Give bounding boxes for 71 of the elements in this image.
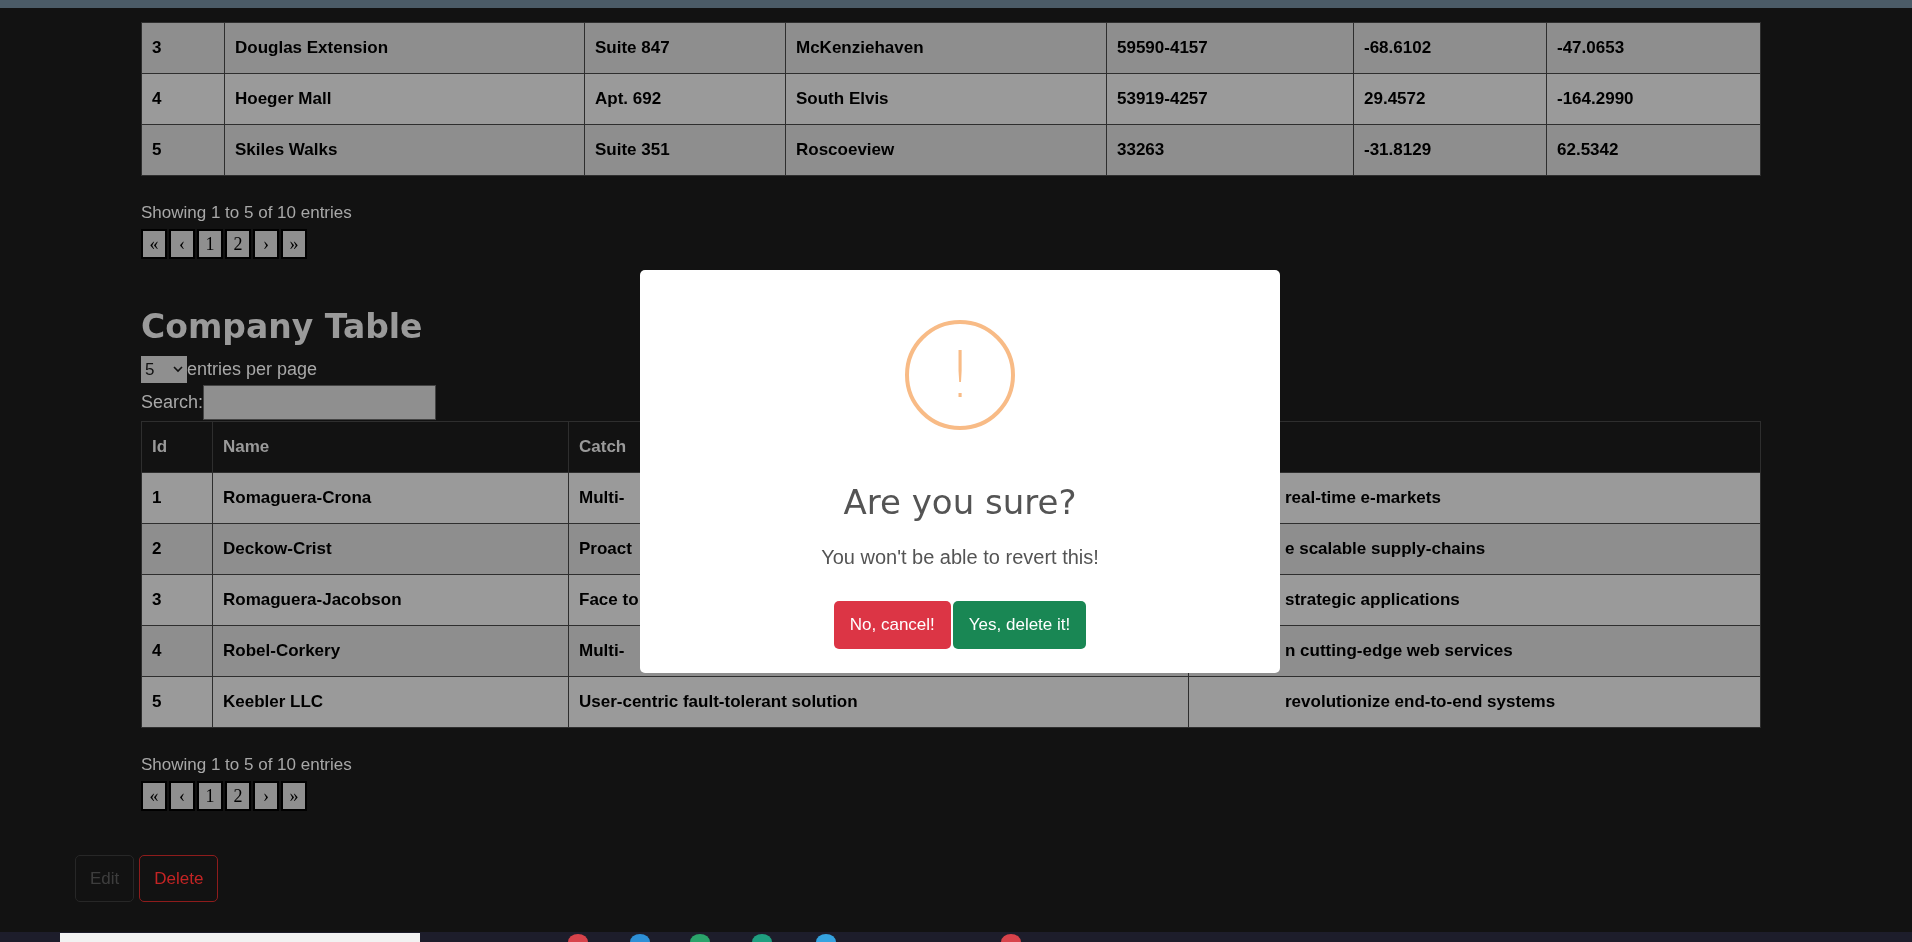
table-cell: Romaguera-Jacobson — [212, 574, 569, 626]
table-cell-text: revolutionize end-to-end systems — [1284, 692, 1556, 712]
page-size-label: entries per page — [187, 359, 318, 380]
search-field[interactable] — [203, 385, 437, 420]
column-header: Name — [212, 421, 569, 473]
table-cell: 59590-4157 — [1106, 22, 1354, 74]
table-cell-text: strategic applications — [1284, 590, 1460, 610]
table-cell: 3 — [141, 22, 225, 74]
table-cell: -68.6102 — [1353, 22, 1547, 74]
table-cell: 5 — [141, 124, 225, 176]
search-label: Search: — [141, 392, 204, 413]
table-cell: Roscoeview — [785, 124, 1107, 176]
app-icon[interactable] — [1001, 934, 1021, 942]
page-button[interactable]: » — [281, 781, 307, 811]
page-button[interactable]: « — [141, 229, 167, 259]
page-button[interactable]: 2 — [225, 781, 251, 811]
page-button[interactable]: › — [253, 781, 279, 811]
page-button[interactable]: 1 — [197, 229, 223, 259]
table-cell-text: real-time e-markets — [1284, 488, 1441, 508]
section-title: Company Table — [141, 306, 423, 348]
page-button[interactable]: ‹ — [169, 229, 195, 259]
table-cell: Suite 351 — [584, 124, 786, 176]
table-cell: Suite 847 — [584, 22, 786, 74]
table-cell: Deckow-Crist — [212, 523, 569, 575]
table-cell: South Elvis — [785, 73, 1107, 125]
page-button[interactable]: « — [141, 781, 167, 811]
table-cell: 1 — [141, 472, 213, 524]
table-cell: -164.2990 — [1546, 73, 1761, 125]
table-cell: -31.8129 — [1353, 124, 1547, 176]
confirm-button[interactable]: Yes, delete it! — [952, 601, 1087, 649]
table-cell: 2 — [141, 523, 213, 575]
dialog-message: You won't be able to revert this! — [821, 546, 1099, 569]
table-cell: 33263 — [1106, 124, 1354, 176]
table-cell: 29.4572 — [1353, 73, 1547, 125]
page-button[interactable]: 1 — [197, 781, 223, 811]
table-cell: 4 — [141, 625, 213, 677]
warning-icon: ! — [905, 320, 1015, 430]
app-icon[interactable] — [630, 934, 650, 942]
entries-info: Showing 1 to 5 of 10 entries — [141, 754, 352, 776]
chevron-down-icon — [173, 366, 183, 373]
page-button[interactable]: ‹ — [169, 781, 195, 811]
page-button[interactable]: 2 — [225, 229, 251, 259]
table-cell: User-centric fault-tolerant solution — [568, 676, 1189, 728]
table-cell: Keebler LLC — [212, 676, 569, 728]
taskbar-search-field[interactable] — [60, 933, 420, 942]
table-cell: 4 — [141, 73, 225, 125]
table-cell: 5 — [141, 676, 213, 728]
table-cell: Douglas Extension — [224, 22, 585, 74]
app-icon[interactable] — [752, 934, 772, 942]
table-cell: Skiles Walks — [224, 124, 585, 176]
column-header: Id — [141, 421, 213, 473]
page-button[interactable]: » — [281, 229, 307, 259]
table-cell-text: e scalable supply-chains — [1284, 539, 1486, 559]
table-cell: -47.0653 — [1546, 22, 1761, 74]
dialog-title: Are you sure? — [843, 482, 1077, 522]
page-button[interactable]: › — [253, 229, 279, 259]
table-cell: 53919-4257 — [1106, 73, 1354, 125]
app-icon[interactable] — [816, 934, 836, 942]
cancel-button[interactable]: No, cancel! — [833, 601, 951, 649]
table-cell: 3 — [141, 574, 213, 626]
table-cell: Hoeger Mall — [224, 73, 585, 125]
app-icon[interactable] — [690, 934, 710, 942]
table-cell: Robel-Corkery — [212, 625, 569, 677]
entries-info: Showing 1 to 5 of 10 entries — [141, 202, 352, 224]
table-cell: Apt. 692 — [584, 73, 786, 125]
table-cell: McKenziehaven — [785, 22, 1107, 74]
page-size-select[interactable]: 5 — [141, 356, 187, 383]
table-cell: Romaguera-Crona — [212, 472, 569, 524]
table-cell: 62.5342 — [1546, 124, 1761, 176]
app-icon[interactable] — [568, 934, 588, 942]
table-cell-text: n cutting-edge web services — [1284, 641, 1513, 661]
